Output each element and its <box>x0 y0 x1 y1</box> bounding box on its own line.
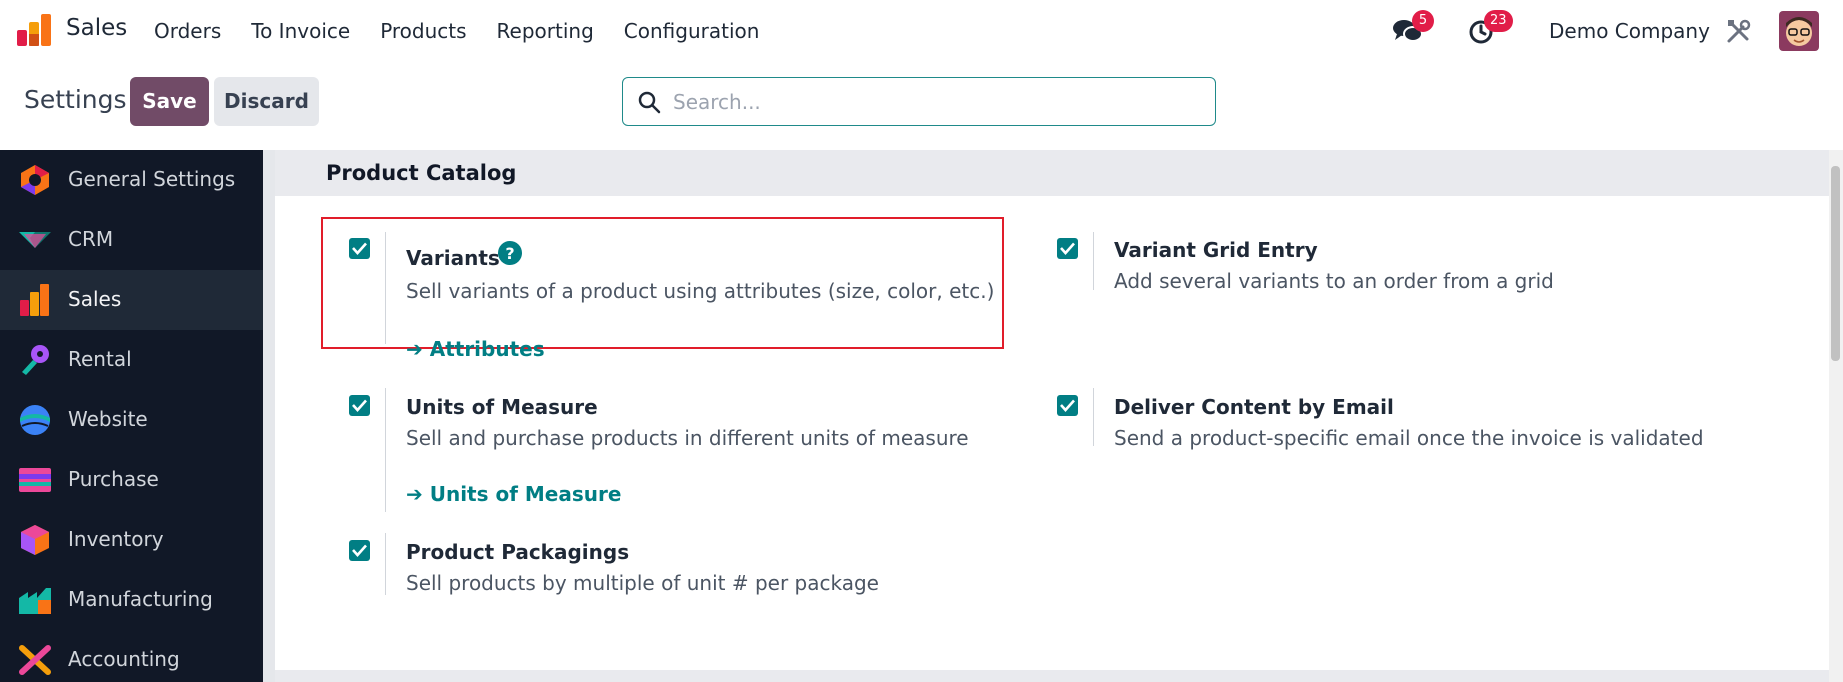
menu-products[interactable]: Products <box>380 19 466 43</box>
company-switcher[interactable]: Demo Company <box>1549 19 1710 43</box>
sidebar-item-accounting[interactable]: Accounting <box>0 630 263 682</box>
manufacturing-icon <box>19 588 51 614</box>
variant-grid-entry-description: Add several variants to an order from a … <box>1114 269 1554 293</box>
sidebar-item-label: Sales <box>68 287 122 311</box>
messages-badge: 5 <box>1412 10 1434 32</box>
sidebar-item-label: Inventory <box>68 527 164 551</box>
svg-text:?: ? <box>505 244 514 263</box>
sidebar-item-label: Website <box>68 407 148 431</box>
divider <box>1093 388 1094 446</box>
scrollbar-thumb[interactable] <box>1831 166 1840 361</box>
variants-title: Variants <box>406 246 500 270</box>
deliver-content-email-title: Deliver Content by Email <box>1114 395 1394 419</box>
divider <box>385 232 386 344</box>
deliver-content-email-description: Send a product-specific email once the i… <box>1114 426 1704 450</box>
crm-icon <box>19 232 51 248</box>
variant-grid-entry-checkbox[interactable] <box>1057 238 1078 259</box>
product-packagings-title: Product Packagings <box>406 540 630 564</box>
divider <box>1093 232 1094 290</box>
activities-button[interactable]: 23 <box>1468 10 1513 46</box>
sidebar-item-label: Purchase <box>68 467 159 491</box>
activities-badge: 23 <box>1484 10 1513 32</box>
app-brand[interactable]: Sales <box>66 15 127 41</box>
section-title: Product Catalog <box>326 161 517 185</box>
sidebar-item-rental[interactable]: Rental <box>0 330 263 390</box>
settings-sidebar: General Settings CRM Sales Rental Websit… <box>0 150 263 682</box>
save-button[interactable]: Save <box>130 77 209 126</box>
search-box[interactable] <box>622 77 1216 126</box>
scrollbar[interactable] <box>1829 150 1843 682</box>
help-icon[interactable]: ? <box>498 241 522 265</box>
sidebar-item-label: Manufacturing <box>68 587 213 611</box>
units-of-measure-title: Units of Measure <box>406 395 598 419</box>
units-of-measure-link[interactable]: ➔ Units of Measure <box>406 482 621 506</box>
debug-tools-icon[interactable] <box>1725 17 1753 45</box>
product-packagings-description: Sell products by multiple of unit # per … <box>406 571 879 595</box>
top-navbar: Sales Orders To Invoice Products Reporti… <box>0 0 1843 62</box>
deliver-content-email-checkbox[interactable] <box>1057 395 1078 416</box>
page-title: Settings <box>24 85 127 114</box>
variants-description: Sell variants of a product using attribu… <box>406 279 995 303</box>
sidebar-item-label: Accounting <box>68 647 180 671</box>
product-packagings-checkbox[interactable] <box>349 540 370 561</box>
main-menu: Orders To Invoice Products Reporting Con… <box>154 19 789 43</box>
user-avatar[interactable] <box>1779 11 1819 51</box>
sidebar-item-label: Rental <box>68 347 132 371</box>
sidebar-item-purchase[interactable]: Purchase <box>0 450 263 510</box>
sidebar-item-manufacturing[interactable]: Manufacturing <box>0 570 263 630</box>
menu-to-invoice[interactable]: To Invoice <box>251 19 350 43</box>
accounting-icon <box>19 645 51 675</box>
sidebar-item-website[interactable]: Website <box>0 390 263 450</box>
next-section-header <box>275 670 1831 682</box>
settings-content: Product Catalog Variants ? Sell variants… <box>263 150 1843 682</box>
sidebar-item-label: General Settings <box>68 167 236 191</box>
section-header: Product Catalog <box>275 150 1831 196</box>
divider <box>385 388 386 512</box>
menu-reporting[interactable]: Reporting <box>497 19 594 43</box>
sales-app-icon[interactable] <box>17 14 53 46</box>
purchase-icon <box>19 468 51 492</box>
units-of-measure-checkbox[interactable] <box>349 395 370 416</box>
messages-button[interactable]: 5 <box>1392 10 1434 46</box>
attributes-link[interactable]: ➔ Attributes <box>406 337 545 361</box>
sales-icon <box>20 284 49 316</box>
menu-orders[interactable]: Orders <box>154 19 221 43</box>
discard-button[interactable]: Discard <box>214 77 319 126</box>
general-settings-icon <box>21 165 49 195</box>
sidebar-item-inventory[interactable]: Inventory <box>0 510 263 570</box>
control-panel: Settings Save Discard <box>0 62 1843 150</box>
menu-configuration[interactable]: Configuration <box>624 19 760 43</box>
sidebar-item-general-settings[interactable]: General Settings <box>0 150 263 210</box>
units-of-measure-description: Sell and purchase products in different … <box>406 426 969 450</box>
search-icon <box>638 91 661 114</box>
search-input[interactable] <box>673 86 1193 118</box>
rental-icon <box>22 345 49 375</box>
variant-grid-entry-title: Variant Grid Entry <box>1114 238 1318 262</box>
divider <box>385 533 386 595</box>
sidebar-item-sales[interactable]: Sales <box>0 270 263 330</box>
variants-checkbox[interactable] <box>349 238 370 259</box>
inventory-icon <box>21 525 49 555</box>
website-icon <box>20 405 50 435</box>
sidebar-item-label: CRM <box>68 227 114 251</box>
sidebar-item-crm[interactable]: CRM <box>0 210 263 270</box>
